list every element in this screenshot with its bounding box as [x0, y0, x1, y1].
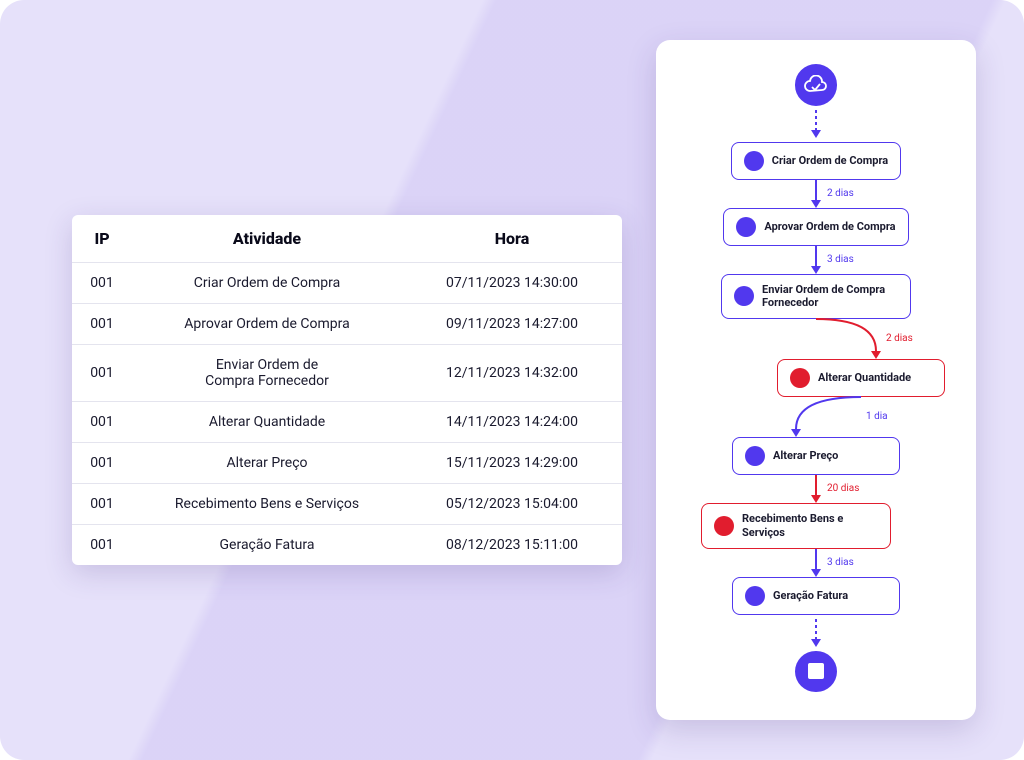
- cell-time: 09/11/2023 14:27:00: [402, 304, 622, 345]
- cell-time: 12/11/2023 14:32:00: [402, 345, 622, 402]
- edge-label: 2 dias: [886, 333, 913, 344]
- cell-activity: Enviar Ordem de Compra Fornecedor: [132, 345, 402, 402]
- cell-time: 15/11/2023 14:29:00: [402, 443, 622, 484]
- flow-node: Alterar Preço: [732, 437, 900, 475]
- cell-ip: 001: [72, 443, 132, 484]
- activity-log-table: IP Atividade Hora 001Criar Ordem de Comp…: [72, 215, 622, 565]
- table-row: 001Aprovar Ordem de Compra09/11/2023 14:…: [72, 304, 622, 345]
- cloud-icon: [795, 64, 837, 106]
- connector-curve-right: 2 dias: [716, 319, 916, 359]
- table-row: 001Recebimento Bens e Serviços05/12/2023…: [72, 484, 622, 525]
- col-ip: IP: [72, 215, 132, 263]
- connector-curve-left: 1 dia: [716, 397, 916, 437]
- node-label: Criar Ordem de Compra: [772, 154, 888, 168]
- cell-activity: Alterar Preço: [132, 443, 402, 484]
- table-row: 001Enviar Ordem de Compra Fornecedor12/1…: [72, 345, 622, 402]
- node-dot-icon: [790, 368, 810, 388]
- node-dot-icon: [734, 286, 754, 306]
- node-label: Alterar Quantidade: [818, 371, 911, 385]
- cell-activity: Alterar Quantidade: [132, 402, 402, 443]
- node-label: Geração Fatura: [773, 589, 848, 603]
- flow-node: Criar Ordem de Compra: [731, 142, 901, 180]
- connector: 20 dias: [809, 475, 823, 503]
- edge-label: 2 dias: [827, 188, 854, 199]
- edge-label: 20 dias: [827, 483, 859, 494]
- node-label: Aprovar Ordem de Compra: [764, 220, 895, 234]
- cell-time: 05/12/2023 15:04:00: [402, 484, 622, 525]
- cell-activity: Criar Ordem de Compra: [132, 263, 402, 304]
- cell-time: 14/11/2023 14:24:00: [402, 402, 622, 443]
- edge-label: 3 dias: [827, 557, 854, 568]
- flow-node: Alterar Quantidade: [777, 359, 945, 397]
- cell-activity: Geração Fatura: [132, 525, 402, 566]
- stop-icon: [795, 651, 837, 693]
- cell-ip: 001: [72, 345, 132, 402]
- cell-activity: Recebimento Bens e Serviços: [132, 484, 402, 525]
- cell-ip: 001: [72, 525, 132, 566]
- flow-node: Enviar Ordem de Compra Fornecedor: [721, 274, 911, 320]
- cell-ip: 001: [72, 304, 132, 345]
- edge-label: 1 dia: [866, 411, 888, 422]
- table-row: 001Geração Fatura08/12/2023 15:11:00: [72, 525, 622, 566]
- cell-time: 07/11/2023 14:30:00: [402, 263, 622, 304]
- node-dot-icon: [745, 446, 765, 466]
- table-row: 001Alterar Quantidade14/11/2023 14:24:00: [72, 402, 622, 443]
- connector: 3 dias: [809, 246, 823, 274]
- col-activity: Atividade: [132, 215, 402, 263]
- table-row: 001Criar Ordem de Compra07/11/2023 14:30…: [72, 263, 622, 304]
- connector: 2 dias: [809, 180, 823, 208]
- connector-dotted: [809, 110, 823, 138]
- flow-node: Recebimento Bens e Serviços: [701, 503, 891, 549]
- node-dot-icon: [714, 516, 734, 536]
- activity-log-card: IP Atividade Hora 001Criar Ordem de Comp…: [72, 215, 622, 565]
- cell-time: 08/12/2023 15:11:00: [402, 525, 622, 566]
- node-dot-icon: [745, 586, 765, 606]
- node-label: Alterar Preço: [773, 449, 838, 463]
- process-flow-card: Criar Ordem de Compra 2 dias Aprovar Ord…: [656, 40, 976, 720]
- col-time: Hora: [402, 215, 622, 263]
- table-row: 001Alterar Preço15/11/2023 14:29:00: [72, 443, 622, 484]
- cell-activity: Aprovar Ordem de Compra: [132, 304, 402, 345]
- connector: 3 dias: [809, 549, 823, 577]
- table-header-row: IP Atividade Hora: [72, 215, 622, 263]
- edge-label: 3 dias: [827, 254, 854, 265]
- node-dot-icon: [736, 217, 756, 237]
- flow-node: Aprovar Ordem de Compra: [723, 208, 908, 246]
- cell-ip: 001: [72, 263, 132, 304]
- cell-ip: 001: [72, 402, 132, 443]
- node-label: Enviar Ordem de Compra Fornecedor: [762, 283, 898, 311]
- node-label: Recebimento Bens e Serviços: [742, 512, 878, 540]
- canvas: IP Atividade Hora 001Criar Ordem de Comp…: [0, 0, 1024, 760]
- connector-dotted: [809, 619, 823, 647]
- node-dot-icon: [744, 151, 764, 171]
- flow-node: Geração Fatura: [732, 577, 900, 615]
- cell-ip: 001: [72, 484, 132, 525]
